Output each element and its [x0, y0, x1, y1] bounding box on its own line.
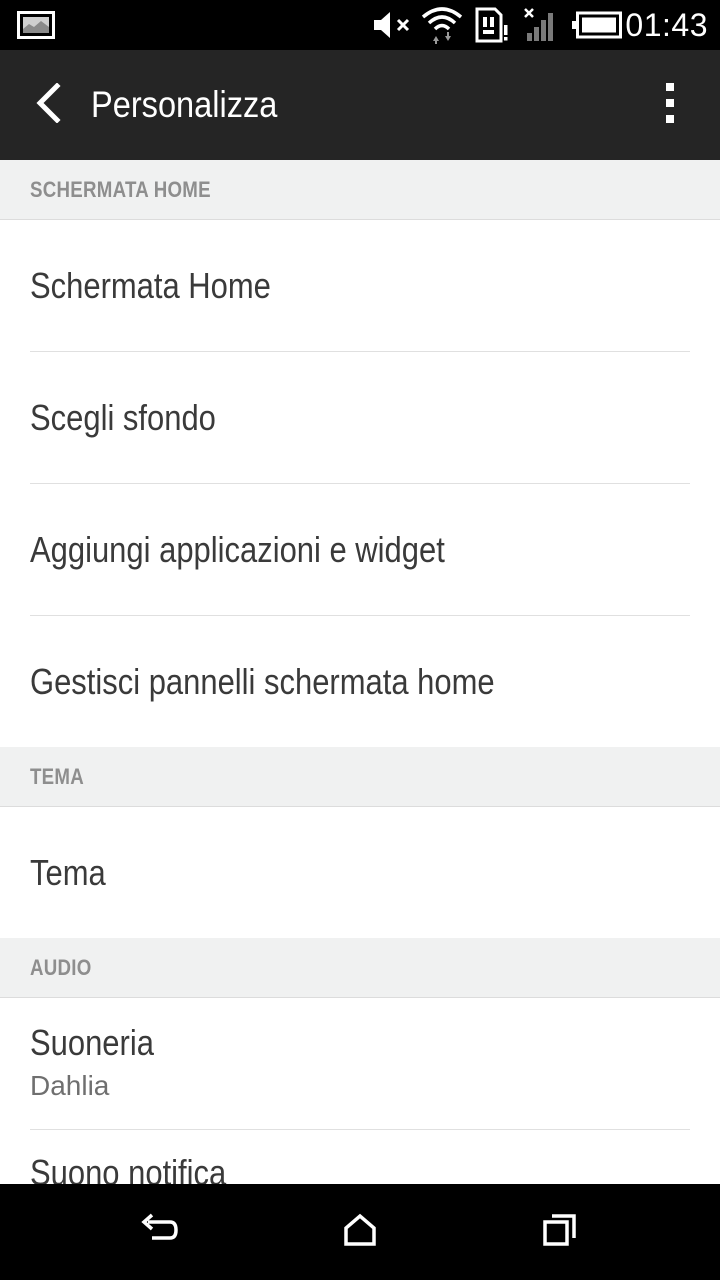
overflow-menu-button[interactable]	[650, 75, 690, 135]
section-header-theme: TEMA	[0, 747, 720, 807]
overflow-menu-icon	[664, 82, 676, 129]
list-item-label: Gestisci pannelli schermata home	[30, 660, 495, 702]
list-item-suono-notifica[interactable]: Suono notifica	[30, 1130, 690, 1184]
list-item-aggiungi-app-widget[interactable]: Aggiungi applicazioni e widget	[30, 484, 690, 616]
list-item-tema[interactable]: Tema	[30, 807, 690, 938]
battery-icon	[570, 0, 624, 50]
list-item-suoneria[interactable]: Suoneria Dahlia	[30, 998, 690, 1130]
list-item-label: Aggiungi applicazioni e widget	[30, 528, 445, 570]
wifi-icon	[420, 0, 464, 50]
nav-home-button[interactable]	[330, 1202, 390, 1262]
list-item-scegli-sfondo[interactable]: Scegli sfondo	[30, 352, 690, 484]
home-nav-icon	[343, 1213, 377, 1252]
section-header-audio: AUDIO	[0, 938, 720, 998]
screen: 01:43 Personalizza SCHERMATA HOME Scherm…	[0, 0, 720, 1280]
list-item-schermata-home[interactable]: Schermata Home	[30, 220, 690, 352]
list-item-label: Schermata Home	[30, 264, 271, 306]
back-nav-icon	[140, 1212, 180, 1253]
nav-back-button[interactable]	[130, 1202, 190, 1262]
nav-recent-apps-button[interactable]	[530, 1202, 590, 1262]
settings-list: SCHERMATA HOME Schermata Home Scegli sfo…	[0, 160, 720, 1184]
list-item-label: Tema	[30, 851, 106, 893]
back-button[interactable]	[18, 75, 78, 135]
list-item-label: Suoneria	[30, 1021, 154, 1063]
action-bar: Personalizza	[0, 50, 720, 160]
mute-icon	[370, 0, 416, 50]
no-signal-icon	[520, 0, 560, 50]
back-arrow-icon	[33, 81, 63, 128]
gallery-notification-icon	[16, 0, 56, 50]
recent-apps-icon	[542, 1212, 578, 1253]
status-clock: 01:43	[625, 7, 708, 43]
list-item-label: Suono notifica	[30, 1152, 227, 1184]
section-header-home: SCHERMATA HOME	[0, 160, 720, 220]
status-bar: 01:43	[0, 0, 720, 50]
page-title: Personalizza	[91, 84, 278, 125]
sim-alert-icon	[472, 0, 512, 50]
list-item-value: Dahlia	[30, 1069, 110, 1101]
list-item-label: Scegli sfondo	[30, 396, 216, 438]
list-item-gestisci-pannelli[interactable]: Gestisci pannelli schermata home	[30, 616, 690, 747]
navigation-bar	[0, 1184, 720, 1280]
